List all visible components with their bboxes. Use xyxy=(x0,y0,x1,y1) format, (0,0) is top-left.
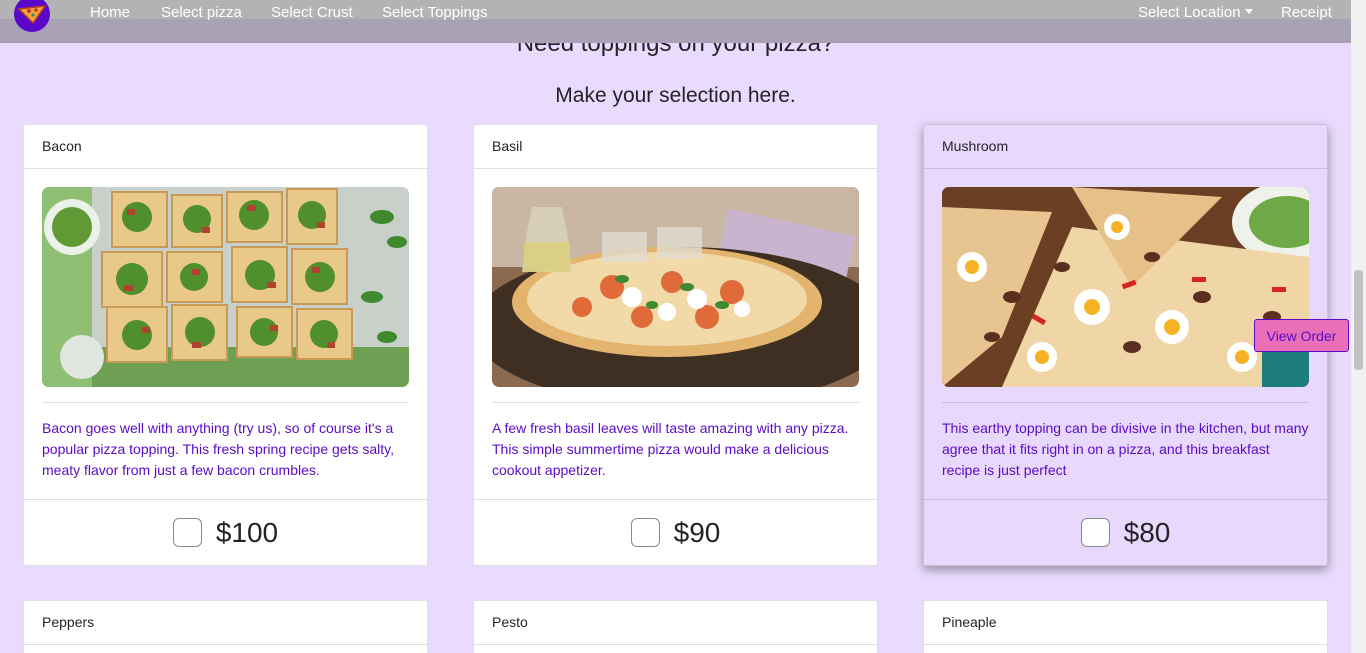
card-title: Bacon xyxy=(24,125,427,169)
nav-select-location-dropdown[interactable]: Select Location xyxy=(1138,4,1253,21)
nav-receipt[interactable]: Receipt xyxy=(1281,4,1332,21)
bacon-price: $100 xyxy=(215,516,279,548)
card-title: Peppers xyxy=(24,601,427,645)
card-title: Pesto xyxy=(474,601,877,645)
page: Home Select pizza Select Crust Select To… xyxy=(0,0,1366,653)
pizza-slice-icon xyxy=(17,5,47,25)
view-order-button[interactable]: View Order xyxy=(1254,319,1349,352)
mushroom-price: $80 xyxy=(1123,516,1171,548)
topping-card-pesto: Pesto xyxy=(473,600,878,653)
card-description: A few fresh basil leaves will taste amaz… xyxy=(492,420,849,478)
card-description: This earthy topping can be divisive in t… xyxy=(942,420,1309,478)
nav-home[interactable]: Home xyxy=(90,4,130,21)
topping-card-peppers: Peppers xyxy=(23,600,428,653)
topping-card-basil: Basil A few fresh basil leaves will tast… xyxy=(473,124,878,566)
card-divider xyxy=(942,402,1309,403)
card-title: Basil xyxy=(474,125,877,169)
bacon-checkbox[interactable] xyxy=(172,518,202,547)
page-scrollbar[interactable] xyxy=(1351,0,1366,653)
card-description: Bacon goes well with anything (try us), … xyxy=(42,420,395,478)
nav-select-toppings[interactable]: Select Toppings xyxy=(382,4,488,21)
card-footer: $90 xyxy=(474,499,877,565)
card-title: Mushroom xyxy=(924,125,1327,169)
card-divider xyxy=(42,402,409,403)
mushroom-checkbox[interactable] xyxy=(1080,518,1110,547)
page-subtitle: Make your selection here. xyxy=(555,84,796,107)
caret-down-icon xyxy=(1244,9,1253,14)
nav-select-location-label: Select Location xyxy=(1138,4,1241,21)
topping-card-bacon: Bacon Bacon goes well with anything (try… xyxy=(23,124,428,566)
brand-logo[interactable] xyxy=(14,0,50,32)
basil-checkbox[interactable] xyxy=(630,518,660,547)
scrollbar-thumb[interactable] xyxy=(1354,270,1363,370)
mushroom-pizza-image xyxy=(942,187,1309,387)
card-footer: $80 xyxy=(924,499,1327,565)
card-footer: $100 xyxy=(24,499,427,565)
card-title: Pineaple xyxy=(924,601,1327,645)
bacon-pizza-image xyxy=(42,187,409,387)
basil-pizza-image xyxy=(492,187,859,387)
nav-select-pizza[interactable]: Select pizza xyxy=(161,4,242,21)
card-divider xyxy=(492,402,859,403)
navbar: Home Select pizza Select Crust Select To… xyxy=(0,0,1351,43)
topping-card-pineaple: Pineaple xyxy=(923,600,1328,653)
nav-select-crust[interactable]: Select Crust xyxy=(271,4,353,21)
basil-price: $90 xyxy=(673,516,721,548)
